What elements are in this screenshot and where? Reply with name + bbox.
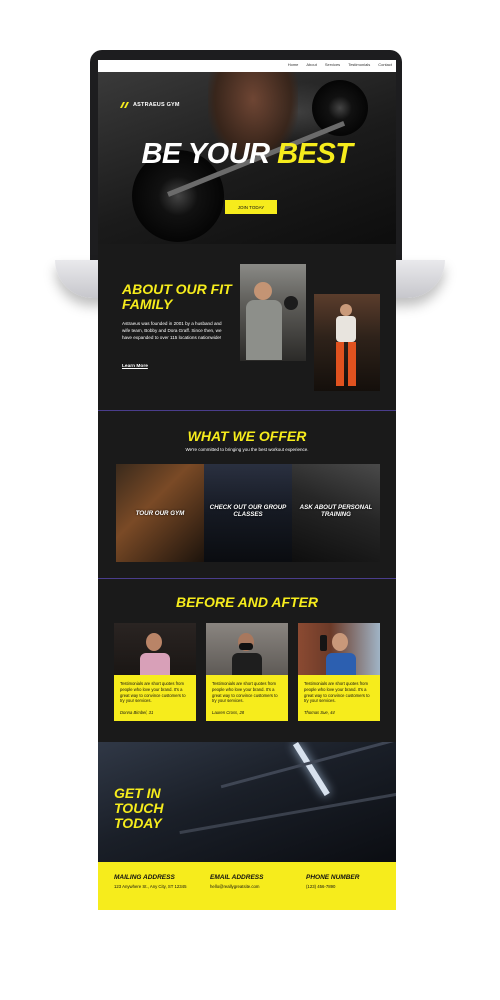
- before-after-title: BEFORE AND AFTER: [175, 594, 319, 610]
- offer-title: WHAT WE OFFER: [187, 428, 307, 444]
- top-nav: Home About Services Testimonials Contact: [98, 60, 396, 72]
- about-title: ABOUT OUR FIT FAMILY: [122, 281, 232, 312]
- testimonial-face: [332, 633, 348, 651]
- hero-title-white: BE YOUR: [141, 138, 270, 170]
- testimonial-top: [140, 653, 170, 675]
- testimonial-box: Testimonials are short quotes from peopl…: [298, 675, 380, 721]
- offer-card-label: TOUR OUR GYM: [135, 510, 185, 517]
- woman-top: [336, 316, 356, 342]
- section-divider: [98, 578, 396, 579]
- website-page: Home About Services Testimonials Contact…: [98, 60, 396, 910]
- about-section: ABOUT OUR FIT FAMILY Astraeus was founde…: [98, 244, 396, 410]
- hero-section: ASTRAEUS GYM BE YOUR BEST JOIN TODAY: [98, 72, 396, 244]
- email-address-label: EMAIL ADDRESS: [210, 874, 264, 881]
- nav-link-home[interactable]: Home: [288, 62, 299, 67]
- logo-stripes-icon: [120, 102, 129, 108]
- man-figure: [254, 282, 272, 300]
- brand-logo[interactable]: ASTRAEUS GYM: [120, 102, 180, 108]
- testimonial-card: Testimonials are short quotes from peopl…: [206, 623, 288, 721]
- offer-subtitle: We're committed to bringing you the best…: [185, 447, 309, 452]
- testimonial-card: Testimonials are short quotes from peopl…: [114, 623, 196, 721]
- testimonial-quote: Testimonials are short quotes from peopl…: [304, 681, 370, 704]
- testimonial-top: [326, 653, 356, 675]
- offer-card-personal-training[interactable]: ASK ABOUT PERSONAL TRAINING: [292, 464, 380, 562]
- offer-card-group-classes[interactable]: CHECK OUT OUR GROUP CLASSES: [204, 464, 292, 562]
- testimonial-quote: Testimonials are short quotes from peopl…: [212, 681, 278, 704]
- testimonial-box: Testimonials are short quotes from peopl…: [114, 675, 196, 721]
- mailing-address-value: 123 Anywhere St., Any City, ST 12345: [114, 884, 187, 889]
- about-photo-woman-ropes: [314, 294, 380, 391]
- hero-title: BE YOUR BEST: [98, 138, 396, 171]
- phone-number: PHONE NUMBER (123) 456-7890: [306, 874, 359, 889]
- testimonial-name: Thomas Sue, 44: [304, 710, 335, 715]
- testimonial-card: Testimonials are short quotes from peopl…: [298, 623, 380, 721]
- phone-number-value[interactable]: (123) 456-7890: [306, 884, 359, 889]
- nav-link-contact[interactable]: Contact: [378, 62, 392, 67]
- about-photo-man-kettlebell: [240, 264, 306, 361]
- hero-title-yellow: BEST: [277, 138, 353, 170]
- offer-card-label: CHECK OUT OUR GROUP CLASSES: [209, 504, 287, 518]
- contact-title: GET IN TOUCH TODAY: [114, 785, 164, 831]
- woman-leggings-2: [348, 342, 356, 386]
- mailing-address-label: MAILING ADDRESS: [114, 874, 175, 881]
- email-address: EMAIL ADDRESS hello@reallygreatsite.com: [210, 874, 263, 889]
- offer-card-label: ASK ABOUT PERSONAL TRAINING: [299, 504, 373, 518]
- woman-figure: [340, 304, 352, 316]
- testimonial-photo: [206, 623, 288, 675]
- testimonial-quote: Testimonials are short quotes from peopl…: [120, 681, 186, 704]
- offer-card-tour[interactable]: TOUR OUR GYM: [116, 464, 204, 562]
- woman-leggings: [336, 342, 344, 386]
- learn-more-link[interactable]: Learn More: [122, 364, 148, 369]
- testimonial-photo: [298, 623, 380, 675]
- contact-section: GET IN TOUCH TODAY: [98, 742, 396, 862]
- nav-link-services[interactable]: Services: [325, 62, 340, 67]
- contact-footer: MAILING ADDRESS 123 Anywhere St., Any Ci…: [98, 862, 396, 910]
- testimonial-photo: [114, 623, 196, 675]
- nav-link-testimonials[interactable]: Testimonials: [348, 62, 370, 67]
- section-divider: [98, 410, 396, 411]
- testimonial-name: Lauren Cross, 28: [212, 710, 245, 715]
- brand-name: ASTRAEUS GYM: [133, 102, 180, 108]
- phone-number-label: PHONE NUMBER: [306, 874, 360, 881]
- join-today-button[interactable]: JOIN TODAY: [225, 200, 277, 214]
- testimonial-top: [232, 653, 262, 675]
- mailing-address: MAILING ADDRESS 123 Anywhere St., Any Ci…: [114, 874, 186, 889]
- nav-links: Home About Services Testimonials Contact: [288, 62, 392, 67]
- testimonial-face: [146, 633, 162, 651]
- testimonial-name: Donna Bimbel, 31: [120, 710, 154, 715]
- testimonial-box: Testimonials are short quotes from peopl…: [206, 675, 288, 721]
- ceiling-light: [292, 742, 330, 797]
- about-text: Astraeus was founded in 2001 by a husban…: [122, 321, 222, 341]
- testimonial-mask: [239, 643, 253, 650]
- nav-link-about[interactable]: About: [306, 62, 316, 67]
- man-shirt: [246, 300, 282, 360]
- testimonial-bottle: [320, 635, 327, 651]
- email-address-value[interactable]: hello@reallygreatsite.com: [210, 884, 263, 889]
- kettlebell: [284, 296, 298, 310]
